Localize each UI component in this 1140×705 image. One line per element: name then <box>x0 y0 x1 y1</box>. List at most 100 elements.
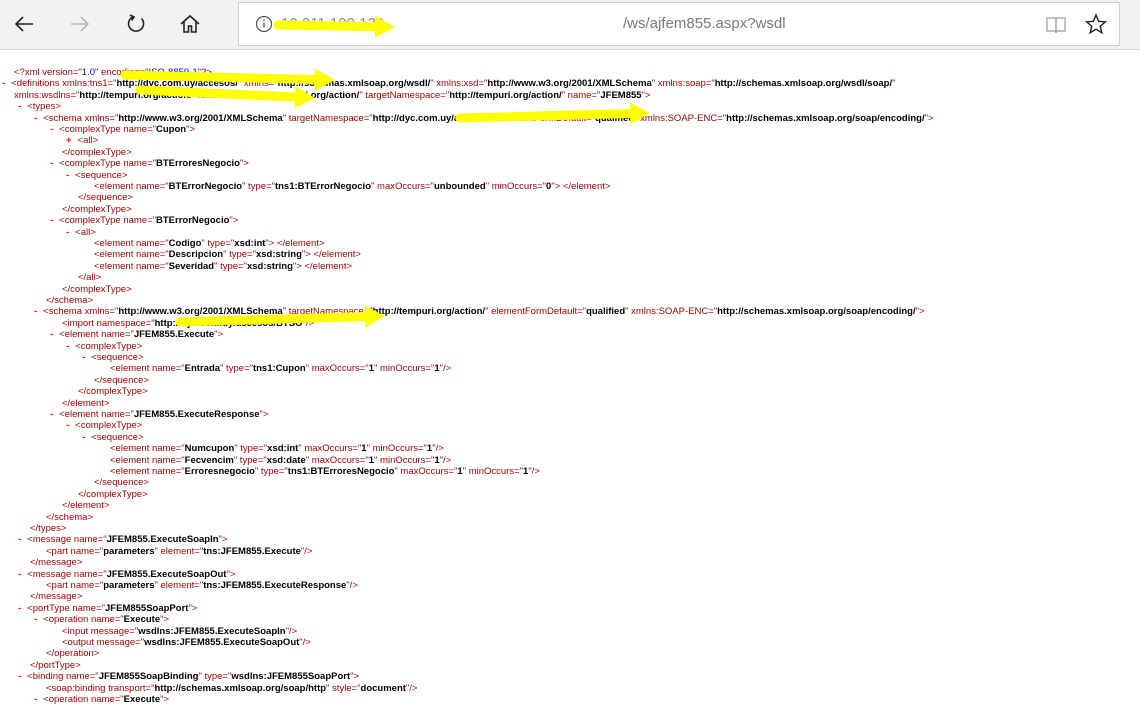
xml-line: <element name="BTErrorNegocio" type="tns… <box>94 181 610 192</box>
collapse-toggle[interactable]: - <box>34 614 37 625</box>
xml-markup: " style=" <box>326 682 361 694</box>
xml-line: <element name="Severidad" type="xsd:stri… <box>94 261 352 272</box>
home-button[interactable] <box>166 0 214 48</box>
collapse-toggle[interactable]: - <box>50 409 53 420</box>
collapse-toggle[interactable]: - <box>34 306 37 317</box>
xml-markup: "> <box>350 671 360 683</box>
reading-view-icon[interactable] <box>1045 15 1067 35</box>
collapse-toggle[interactable]: - <box>50 215 53 226</box>
xml-line[interactable]: - <types> <box>18 101 61 112</box>
xml-markup: </complexType> <box>78 488 148 500</box>
xml-line: </element> <box>62 500 110 511</box>
xml-markup: "> <box>915 306 925 318</box>
xml-line: <?xml version="1.0" encoding="ISO-8859-1… <box>14 67 212 78</box>
address-bar[interactable]: 10.211.100.120 /ws/ajfem855.aspx?wsdl <box>238 2 1120 46</box>
xml-attr-value: xsd:date <box>266 454 306 466</box>
xml-line: <element name="Erroresnegocio" type="tns… <box>110 466 540 477</box>
xml-attr-value: http://schemas.xmlsoap.org/wsdl/ <box>277 78 431 90</box>
xml-markup: "> </element> <box>292 260 353 272</box>
xml-document-viewer: <?xml version="1.0" encoding="ISO-8859-1… <box>0 50 1140 705</box>
collapse-toggle[interactable]: - <box>66 341 69 352</box>
xml-markup: "> <box>214 329 224 341</box>
xml-markup: " type=" <box>201 238 235 249</box>
xml-attr-value: Numcupon <box>184 443 235 455</box>
expand-toggle[interactable]: + <box>66 135 72 146</box>
xml-line: <output message="wsdlns:JFEM855.ExecuteS… <box>62 637 311 648</box>
xml-markup: <complexType name=" <box>59 215 157 227</box>
xml-markup: </element> <box>62 397 110 409</box>
xml-markup: "> <box>160 614 170 626</box>
xml-line[interactable]: - <sequence> <box>66 170 127 181</box>
xml-markup: " xmlns:soap=" <box>651 78 715 90</box>
favorite-star-icon[interactable] <box>1085 13 1107 35</box>
xml-markup: " type=" <box>233 454 267 466</box>
xml-line[interactable]: - <schema xmlns="http://www.w3.org/2001/X… <box>34 306 925 317</box>
xml-markup: " element=" <box>154 545 204 557</box>
xml-line[interactable]: - <all> <box>66 227 96 238</box>
collapse-toggle[interactable]: - <box>66 420 69 431</box>
xml-line[interactable]: - <operation name="Execute"> <box>34 614 169 625</box>
xml-markup: </types> <box>30 523 67 534</box>
collapse-toggle[interactable]: - <box>50 124 53 135</box>
xml-markup: <element name=" <box>110 443 185 455</box>
xml-attr-value: http://schemas.xmlsoap.org/soap/encoding… <box>726 112 925 124</box>
browser-toolbar: 10.211.100.120 /ws/ajfem855.aspx?wsdl <box>0 0 1140 50</box>
collapse-toggle[interactable]: - <box>34 694 37 705</box>
xml-line[interactable]: - <complexType name="Cupon"> <box>50 124 195 135</box>
xml-line[interactable]: - <element name="JFEM855.Execute"> <box>50 329 223 340</box>
xml-line[interactable]: - <sequence> <box>82 352 143 363</box>
xml-markup: "/> <box>432 443 444 455</box>
collapse-toggle[interactable]: - <box>50 158 53 169</box>
forward-button[interactable] <box>56 0 104 48</box>
xml-markup: </message> <box>30 557 83 569</box>
info-icon[interactable] <box>255 15 273 33</box>
collapse-toggle[interactable]: - <box>34 113 37 124</box>
xml-attr-value: JFEM855SoapPort <box>105 602 189 614</box>
arrow-left-icon <box>14 16 33 32</box>
collapse-toggle[interactable]: - <box>50 329 53 340</box>
collapse-toggle[interactable]: - <box>2 78 5 89</box>
xml-line[interactable]: - <definitions xmlns:tns1="http://dyc.com… <box>2 78 895 89</box>
xml-line[interactable]: - <message name="JFEM855.ExecuteSoapOut"> <box>18 569 235 580</box>
refresh-icon <box>127 14 145 32</box>
xml-markup: <sequence> <box>75 169 128 181</box>
xml-line[interactable]: - <binding name="JFEM855SoapBinding" type… <box>18 671 359 682</box>
xml-markup: "> <box>924 112 934 124</box>
xml-markup: </message> <box>30 591 83 603</box>
xml-markup: " minOccurs=" <box>462 466 524 477</box>
collapse-toggle[interactable]: - <box>18 569 21 580</box>
xml-markup: </all> <box>78 272 102 284</box>
xml-markup: </schema> <box>46 295 93 306</box>
xml-line[interactable]: - <message name="JFEM855.ExecuteSoapIn"> <box>18 534 227 545</box>
xml-line[interactable]: - <portType name="JFEM855SoapPort"> <box>18 603 197 614</box>
xml-line[interactable]: - <sequence> <box>82 432 143 443</box>
refresh-button[interactable] <box>112 0 160 48</box>
xml-line[interactable]: - <schema xmlns="http://www.w3.org/2001/X… <box>34 113 934 124</box>
xml-markup: " element=" <box>154 580 204 591</box>
collapse-toggle[interactable]: - <box>18 534 21 545</box>
xml-markup: " targetNamespace=" <box>282 306 373 318</box>
collapse-toggle[interactable]: - <box>18 671 21 682</box>
back-button[interactable] <box>0 0 48 48</box>
xml-line[interactable]: - <complexType> <box>66 341 142 352</box>
xml-line: </types> <box>30 523 66 534</box>
xml-attr-value: http://tempuri.org/action/ <box>79 89 192 101</box>
xml-line[interactable]: - <element name="JFEM855.ExecuteResponse"… <box>50 409 268 420</box>
collapse-toggle[interactable]: - <box>82 432 85 443</box>
xml-markup: " xmlns:SOAP-ENC=" <box>625 306 718 318</box>
collapse-toggle[interactable]: - <box>18 603 21 614</box>
xml-line[interactable]: - <complexType> <box>66 420 142 431</box>
collapse-toggle[interactable]: - <box>18 101 21 112</box>
xml-markup: "/> <box>439 454 452 466</box>
xml-line[interactable]: + <all> <box>66 135 98 146</box>
collapse-toggle[interactable]: - <box>82 352 85 363</box>
url-path-text: /ws/ajfem855.aspx?wsdl <box>623 15 786 32</box>
xml-markup: " xmlns:tns=" <box>191 89 247 101</box>
collapse-toggle[interactable]: - <box>66 227 69 238</box>
xml-line[interactable]: - <operation name="Execute"> <box>34 694 169 705</box>
xml-line[interactable]: - <complexType name="BTErrorNegocio"> <box>50 215 238 226</box>
xml-line[interactable]: - <complexType name="BTErroresNegocio"> <box>50 158 249 169</box>
xml-markup: <element name=" <box>110 454 185 466</box>
collapse-toggle[interactable]: - <box>66 170 69 181</box>
xml-attr-value: xsd:int <box>267 443 299 455</box>
